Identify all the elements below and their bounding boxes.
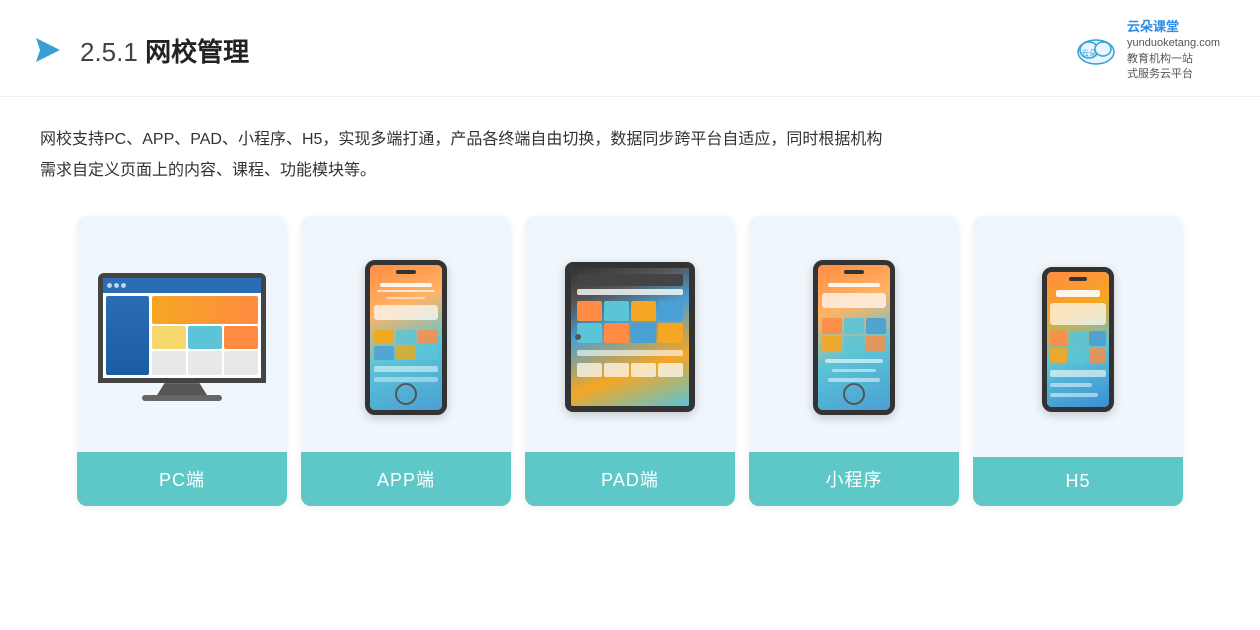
card-h5-image [973,216,1183,457]
description-text: 网校支持PC、APP、PAD、小程序、H5，实现多端打通，产品各终端自由切换，数… [40,125,1220,186]
svg-text:云朵: 云朵 [1081,49,1097,58]
card-pc-label: PC端 [77,452,287,506]
phone-mockup-app [365,260,447,415]
brand-cloud-icon: 云朵 [1073,30,1119,70]
title-text: 网校管理 [145,37,249,67]
brand-text-block: 云朵课堂 yunduoketang.com 教育机构一站 式服务云平台 [1127,18,1220,82]
brand-site: yunduoketang.com [1127,36,1220,51]
pc-mockup [98,273,266,401]
section-number: 2.5.1 [80,37,138,67]
cards-section: PC端 [0,196,1260,536]
card-pad-image [525,216,735,452]
desc-line1: 网校支持PC、APP、PAD、小程序、H5，实现多端打通，产品各终端自由切换，数… [40,131,882,148]
card-app-label: APP端 [301,452,511,506]
page-header: 2.5.1 网校管理 云朵 云朵课堂 yunduoketang.com 教育机构… [0,0,1260,97]
phone-mockup-mini [813,260,895,415]
page-title: 2.5.1 网校管理 [80,32,249,69]
card-app-image [301,216,511,452]
card-miniprogram-label: 小程序 [749,452,959,506]
card-h5: H5 [973,216,1183,506]
brand-tagline1: 教育机构一站 [1127,52,1220,67]
page-wrapper: 2.5.1 网校管理 云朵 云朵课堂 yunduoketang.com 教育机构… [0,0,1260,630]
card-app: APP端 [301,216,511,506]
card-pad-label: PAD端 [525,452,735,506]
logo-arrow-icon [30,32,66,68]
desc-line2: 需求自定义页面上的内容、课程、功能模块等。 [40,162,376,179]
brand-name: 云朵课堂 [1127,18,1220,36]
card-pc-image [77,216,287,452]
brand-logo: 云朵 云朵课堂 yunduoketang.com 教育机构一站 式服务云平台 [1073,18,1220,82]
brand-tagline2: 式服务云平台 [1127,67,1220,82]
description-section: 网校支持PC、APP、PAD、小程序、H5，实现多端打通，产品各终端自由切换，数… [0,97,1260,196]
pc-screen [98,273,266,383]
card-h5-label: H5 [973,457,1183,506]
card-pc: PC端 [77,216,287,506]
card-miniprogram-image [749,216,959,452]
card-pad: PAD端 [525,216,735,506]
header-left: 2.5.1 网校管理 [30,32,249,69]
tablet-mockup [565,262,695,412]
phone-mockup-h5 [1042,267,1114,412]
card-miniprogram: 小程序 [749,216,959,506]
